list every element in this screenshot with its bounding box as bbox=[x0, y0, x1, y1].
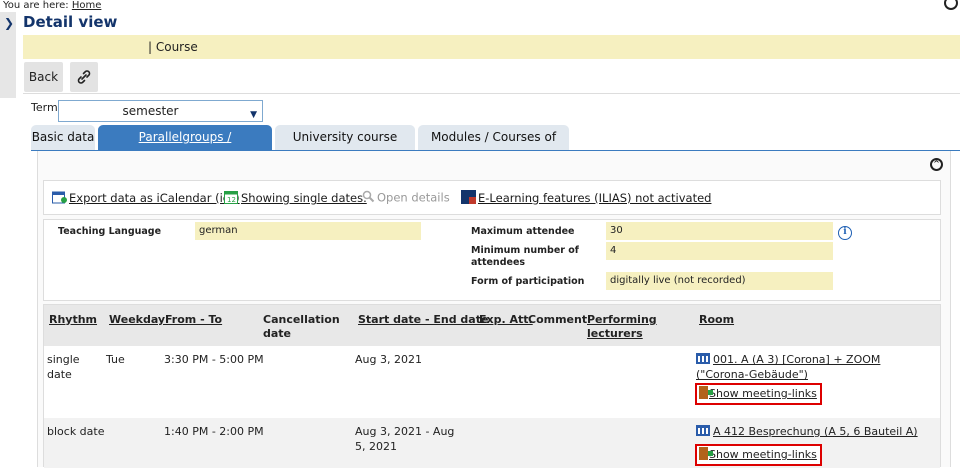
calendar-12-icon: 12 bbox=[224, 190, 239, 207]
single-dates-label: Showing single dates. bbox=[241, 191, 367, 205]
collapse-panel-icon[interactable]: ^ bbox=[930, 158, 943, 171]
toolbar: Back bbox=[23, 60, 960, 94]
permalink-button[interactable] bbox=[70, 62, 98, 92]
course-title: | Course bbox=[148, 40, 198, 54]
col-rhythm[interactable]: Rhythm bbox=[49, 313, 97, 327]
col-comment: Comment bbox=[528, 313, 588, 326]
export-ical-label: Export data as iCalendar (ics) bbox=[69, 191, 240, 205]
table-row: single date Tue 3:30 PM - 5:00 PM Aug 3,… bbox=[44, 346, 940, 418]
open-details-link: Open details bbox=[362, 190, 450, 206]
info-icon[interactable]: i bbox=[838, 226, 852, 240]
action-bar: Export data as iCalendar (ics) 12 Showing… bbox=[43, 180, 941, 215]
max-attendee-value: 30 bbox=[606, 222, 833, 240]
breadcrumb: You are here: Home bbox=[3, 0, 101, 11]
ilias-icon bbox=[461, 190, 476, 207]
dates-cell: Aug 3, 2021 bbox=[355, 353, 422, 366]
course-title-bar: | Course bbox=[23, 35, 960, 59]
rhythm-cell: single date bbox=[47, 353, 80, 381]
svg-text:12: 12 bbox=[227, 196, 236, 204]
meeting-links-button[interactable]: Show meeting-links bbox=[695, 383, 822, 405]
term-label: Term bbox=[31, 101, 58, 114]
col-start-end[interactable]: Start date - End date bbox=[358, 313, 488, 327]
breadcrumb-home-link[interactable]: Home bbox=[72, 0, 102, 11]
table-header: Rhythm Weekday From - To Cancellation da… bbox=[44, 305, 940, 346]
time-cell: 3:30 PM - 5:00 PM bbox=[164, 353, 264, 366]
tab-parallelgroups[interactable]: Parallelgroups / Appointments bbox=[98, 125, 272, 169]
meeting-links-label: Show meeting-links bbox=[709, 387, 817, 400]
meeting-links-label: Show meeting-links bbox=[709, 448, 817, 461]
participation-form-value: digitally live (not recorded) bbox=[606, 272, 833, 290]
teaching-language-value: german bbox=[195, 222, 421, 240]
collapse-up-icon[interactable]: ^ bbox=[944, 0, 958, 10]
tab-modules[interactable]: Modules / Courses of study bbox=[418, 125, 569, 169]
col-cancellation: Cancellation date bbox=[263, 313, 340, 340]
page-title: Detail view bbox=[23, 13, 118, 31]
tab-course-catalog[interactable]: University course catalog bbox=[275, 125, 415, 169]
meeting-links-button[interactable]: Show meeting-links bbox=[695, 444, 822, 466]
link-icon bbox=[77, 70, 91, 84]
course-info-box: Teaching Language german Maximum attende… bbox=[43, 219, 941, 301]
door-icon bbox=[699, 447, 713, 460]
elearning-link[interactable]: E-Learning features (ILIAS) not activate… bbox=[461, 190, 711, 207]
time-cell: 1:40 PM - 2:00 PM bbox=[164, 425, 264, 438]
col-from-to[interactable]: From - To bbox=[165, 313, 222, 327]
min-attendees-value: 4 bbox=[606, 242, 833, 260]
max-attendee-label: Maximum attendee bbox=[471, 226, 575, 237]
door-icon bbox=[699, 386, 713, 399]
back-button[interactable]: Back bbox=[24, 62, 63, 92]
table-row: block date 1:40 PM - 2:00 PM Aug 3, 2021… bbox=[44, 418, 940, 468]
teaching-language-label: Teaching Language bbox=[58, 226, 162, 237]
open-details-label: Open details bbox=[377, 190, 450, 205]
building-icon bbox=[696, 425, 710, 436]
breadcrumb-prefix: You are here: bbox=[3, 0, 69, 11]
room-link[interactable]: A 412 Besprechung (A 5, 6 Bauteil A) bbox=[696, 424, 931, 439]
weekday-cell: Tue bbox=[106, 353, 125, 366]
term-value: semester bbox=[122, 104, 179, 118]
chevron-right-icon: ❯ bbox=[4, 16, 15, 30]
chevron-down-icon: ▼ bbox=[250, 110, 257, 120]
appointments-table: Rhythm Weekday From - To Cancellation da… bbox=[43, 304, 941, 468]
rhythm-cell: block date bbox=[47, 425, 105, 438]
elearning-label: E-Learning features (ILIAS) not activate… bbox=[478, 191, 712, 205]
participation-form-label: Form of participation bbox=[471, 276, 585, 287]
room-name: 001. A (A 3) [Corona] + ZOOM ("Corona-Ge… bbox=[696, 353, 881, 381]
room-name: A 412 Besprechung (A 5, 6 Bauteil A) bbox=[713, 425, 918, 438]
calendar-export-icon bbox=[52, 190, 67, 207]
col-room[interactable]: Room bbox=[699, 313, 734, 327]
room-link[interactable]: 001. A (A 3) [Corona] + ZOOM ("Corona-Ge… bbox=[696, 352, 921, 382]
export-ical-link[interactable]: Export data as iCalendar (ics) bbox=[52, 190, 240, 207]
magnifier-icon bbox=[362, 190, 375, 206]
min-attendees-label: Minimum number of attendees bbox=[471, 245, 579, 268]
tab-basic-data[interactable]: Basic data bbox=[31, 125, 95, 150]
term-select[interactable]: semester ▼ bbox=[58, 100, 263, 122]
dates-cell: Aug 3, 2021 - Aug 5, 2021 bbox=[355, 425, 455, 453]
col-lecturers[interactable]: Performing lecturers bbox=[587, 313, 667, 341]
sidebar-toggle[interactable]: ❯ bbox=[0, 12, 16, 98]
building-icon bbox=[696, 353, 710, 364]
single-dates-link[interactable]: 12 Showing single dates. bbox=[224, 190, 367, 207]
col-exp-att[interactable]: Exp. Att. bbox=[479, 313, 533, 327]
col-weekday[interactable]: Weekday bbox=[109, 313, 165, 327]
